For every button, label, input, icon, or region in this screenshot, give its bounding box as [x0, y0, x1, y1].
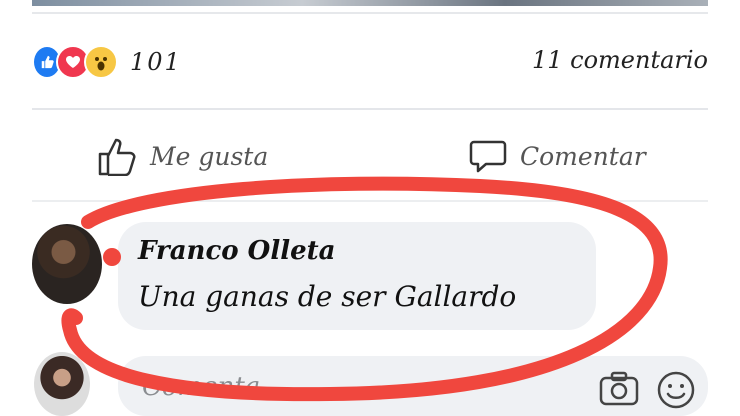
smile-icon[interactable]: [656, 370, 696, 410]
left-margin: [0, 0, 32, 416]
right-margin: [708, 0, 740, 416]
like-label: Me gusta: [150, 141, 269, 171]
divider: [32, 12, 708, 14]
divider: [32, 108, 708, 110]
like-button[interactable]: Me gusta: [96, 136, 268, 176]
comment-bubble[interactable]: Franco Olleta Una ganas de ser Gallardo: [118, 222, 596, 330]
post-screenshot: 101 11 comentario Me gusta Comentar Fran…: [0, 0, 740, 416]
comment-author[interactable]: Franco Olleta: [138, 236, 335, 266]
avatar: [34, 352, 90, 416]
post-image-edge: [32, 0, 708, 6]
comment-label: Comentar: [520, 141, 646, 171]
thumbs-up-icon: [98, 138, 136, 176]
speech-bubble-icon: [469, 140, 507, 173]
divider: [32, 200, 708, 202]
camera-icon[interactable]: [598, 370, 640, 408]
reactions-summary[interactable]: 101: [32, 42, 182, 82]
comment-button[interactable]: Comentar: [468, 136, 646, 176]
comment-text: Una ganas de ser Gallardo: [138, 280, 517, 313]
wow-icon: [84, 45, 118, 79]
comments-count[interactable]: 11 comentario: [532, 46, 708, 74]
post-card: 101 11 comentario Me gusta Comentar Fran…: [32, 0, 708, 416]
reaction-count: 101: [130, 48, 182, 76]
avatar[interactable]: [32, 224, 102, 304]
comment-input[interactable]: Comenta...: [118, 356, 708, 416]
comment-input-placeholder: Comenta...: [142, 372, 286, 402]
